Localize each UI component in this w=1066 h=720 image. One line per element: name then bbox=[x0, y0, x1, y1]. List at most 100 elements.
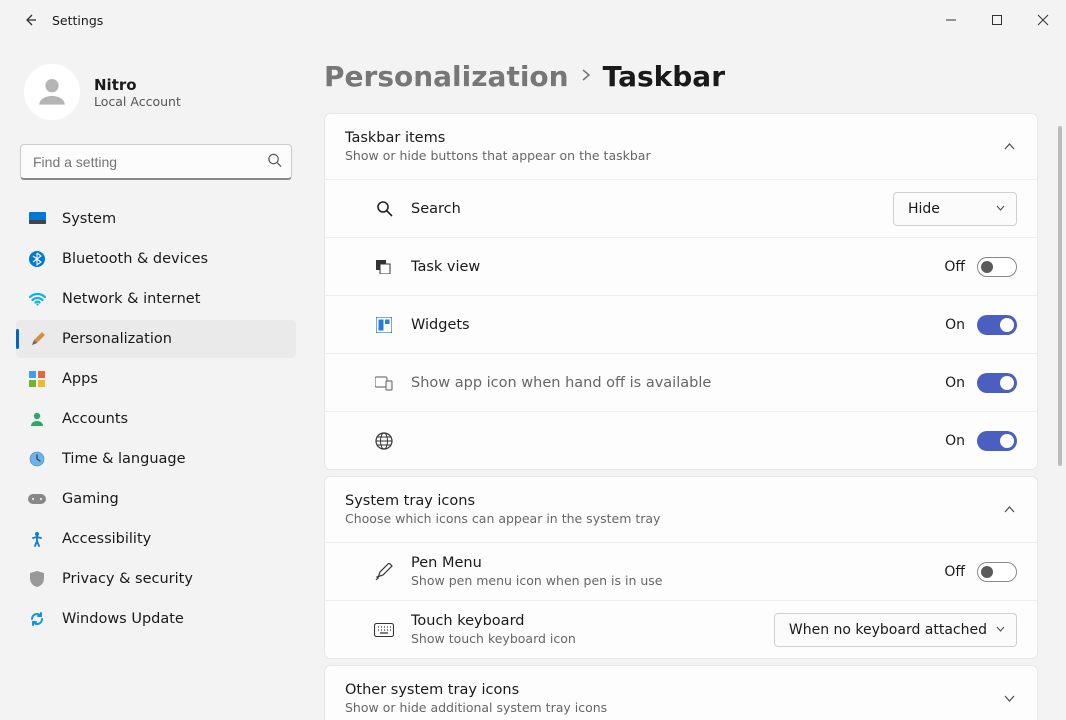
section-header-taskbar-items[interactable]: Taskbar items Show or hide buttons that … bbox=[325, 114, 1037, 179]
update-icon bbox=[28, 610, 46, 628]
close-button[interactable] bbox=[1020, 4, 1066, 36]
chevron-up-icon bbox=[1001, 139, 1017, 155]
nav-accessibility[interactable]: Accessibility bbox=[16, 520, 296, 558]
chevron-down-icon bbox=[1001, 691, 1017, 707]
maximize-button[interactable] bbox=[974, 4, 1020, 36]
row-language: On bbox=[325, 411, 1037, 469]
nav-network[interactable]: Network & internet bbox=[16, 280, 296, 318]
row-title: Search bbox=[411, 201, 893, 217]
nav-bluetooth[interactable]: Bluetooth & devices bbox=[16, 240, 296, 278]
row-title: Show app icon when hand off is available bbox=[411, 375, 945, 391]
nav-accounts[interactable]: Accounts bbox=[16, 400, 296, 438]
search-dropdown[interactable]: Hide bbox=[893, 192, 1017, 226]
keyboard-icon bbox=[373, 623, 395, 637]
minimize-icon bbox=[945, 14, 957, 26]
touch-keyboard-dropdown[interactable]: When no keyboard attached bbox=[774, 613, 1017, 647]
nav-label: Network & internet bbox=[62, 291, 200, 307]
nav-gaming[interactable]: Gaming bbox=[16, 480, 296, 518]
row-title: Widgets bbox=[411, 317, 945, 333]
section-title: Other system tray icons bbox=[345, 682, 1001, 698]
row-desc: Show pen menu icon when pen is in use bbox=[411, 573, 944, 588]
person-icon bbox=[33, 73, 71, 111]
handoff-toggle[interactable] bbox=[977, 373, 1017, 393]
minimize-button[interactable] bbox=[928, 4, 974, 36]
nav-label: Windows Update bbox=[62, 611, 184, 627]
row-pen-menu: Pen Menu Show pen menu icon when pen is … bbox=[325, 542, 1037, 600]
section-header-system-tray[interactable]: System tray icons Choose which icons can… bbox=[325, 477, 1037, 542]
toggle-state: On bbox=[945, 433, 965, 449]
back-button[interactable] bbox=[12, 2, 48, 38]
task-view-toggle[interactable] bbox=[977, 257, 1017, 277]
shield-icon bbox=[28, 570, 46, 588]
nav-privacy[interactable]: Privacy & security bbox=[16, 560, 296, 598]
section-system-tray: System tray icons Choose which icons can… bbox=[324, 476, 1038, 659]
row-touch-keyboard: Touch keyboard Show touch keyboard icon … bbox=[325, 600, 1037, 658]
row-title: Pen Menu bbox=[411, 555, 944, 571]
profile-block[interactable]: Nitro Local Account bbox=[16, 52, 296, 140]
bluetooth-icon bbox=[28, 250, 46, 268]
search-box[interactable] bbox=[20, 144, 292, 180]
widgets-icon bbox=[373, 317, 395, 333]
profile-name: Nitro bbox=[94, 76, 181, 94]
pen-icon bbox=[373, 563, 395, 581]
nav-label: Bluetooth & devices bbox=[62, 251, 208, 267]
section-title: System tray icons bbox=[345, 493, 1001, 509]
search-input[interactable] bbox=[20, 144, 292, 180]
arrow-left-icon bbox=[22, 12, 38, 28]
search-icon bbox=[373, 200, 395, 217]
nav-system[interactable]: System bbox=[16, 200, 296, 238]
system-icon bbox=[28, 210, 46, 228]
nav-windows-update[interactable]: Windows Update bbox=[16, 600, 296, 638]
avatar bbox=[24, 64, 80, 120]
row-title: Touch keyboard bbox=[411, 613, 774, 629]
breadcrumb-parent[interactable]: Personalization bbox=[324, 60, 569, 93]
nav-label: Time & language bbox=[62, 451, 186, 467]
toggle-state: Off bbox=[944, 564, 965, 580]
profile-type: Local Account bbox=[94, 94, 181, 109]
section-other-tray: Other system tray icons Show or hide add… bbox=[324, 665, 1038, 720]
breadcrumb: Personalization Taskbar bbox=[324, 60, 1038, 93]
close-icon bbox=[1037, 14, 1049, 26]
section-title: Taskbar items bbox=[345, 130, 1001, 146]
scrollbar-thumb[interactable] bbox=[1058, 126, 1062, 466]
nav-personalization[interactable]: Personalization bbox=[16, 320, 296, 358]
section-taskbar-items: Taskbar items Show or hide buttons that … bbox=[324, 113, 1038, 470]
globe-icon bbox=[373, 432, 395, 450]
chevron-down-icon bbox=[995, 622, 1006, 638]
clock-icon bbox=[28, 450, 46, 468]
chevron-down-icon bbox=[995, 201, 1006, 217]
apps-icon bbox=[28, 370, 46, 388]
nav-label: Gaming bbox=[62, 491, 119, 507]
section-desc: Show or hide buttons that appear on the … bbox=[345, 148, 1001, 163]
pen-menu-toggle[interactable] bbox=[977, 562, 1017, 582]
nav-label: Personalization bbox=[62, 331, 172, 347]
wifi-icon bbox=[28, 290, 46, 308]
chevron-right-icon bbox=[579, 68, 593, 86]
row-title: Task view bbox=[411, 259, 944, 275]
nav-time-language[interactable]: Time & language bbox=[16, 440, 296, 478]
row-search: Search Hide bbox=[325, 179, 1037, 237]
language-toggle[interactable] bbox=[977, 431, 1017, 451]
row-widgets: Widgets On bbox=[325, 295, 1037, 353]
dropdown-value: When no keyboard attached bbox=[789, 622, 987, 638]
row-task-view: Task view Off bbox=[325, 237, 1037, 295]
toggle-state: On bbox=[945, 317, 965, 333]
window-title: Settings bbox=[52, 13, 103, 28]
widgets-toggle[interactable] bbox=[977, 315, 1017, 335]
section-desc: Choose which icons can appear in the sys… bbox=[345, 511, 1001, 526]
gamepad-icon bbox=[28, 490, 46, 508]
search-icon bbox=[267, 153, 282, 172]
accessibility-icon bbox=[28, 530, 46, 548]
nav-label: Accessibility bbox=[62, 531, 151, 547]
toggle-state: On bbox=[945, 375, 965, 391]
breadcrumb-current: Taskbar bbox=[603, 60, 725, 93]
dropdown-value: Hide bbox=[908, 201, 940, 217]
nav-label: Apps bbox=[62, 371, 98, 387]
nav-apps[interactable]: Apps bbox=[16, 360, 296, 398]
paintbrush-icon bbox=[28, 330, 46, 348]
nav-label: System bbox=[62, 211, 116, 227]
nav-label: Privacy & security bbox=[62, 571, 193, 587]
nav-label: Accounts bbox=[62, 411, 128, 427]
section-header-other-tray[interactable]: Other system tray icons Show or hide add… bbox=[325, 666, 1037, 720]
maximize-icon bbox=[991, 14, 1003, 26]
